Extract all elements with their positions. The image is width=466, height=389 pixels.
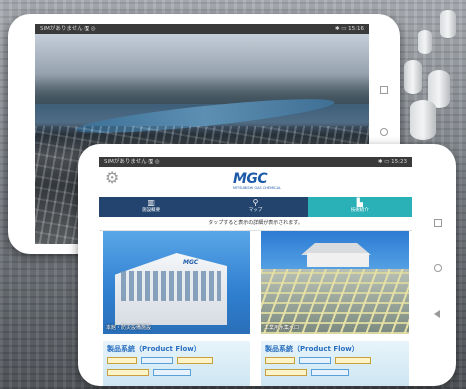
flow-chip — [311, 369, 349, 376]
storage-tank — [418, 30, 432, 54]
card-caption: 本館・防災設備施設 — [106, 325, 152, 331]
flow-chip — [141, 357, 173, 364]
storage-tank — [410, 100, 436, 140]
building-logo: MGC — [183, 259, 199, 266]
card-title: 製品系統（Product Flow） — [265, 345, 359, 353]
status-left: SIMがありません 🖫 ◎ — [40, 26, 96, 32]
tab-technology[interactable]: ▙ 技術紹介 — [307, 197, 412, 217]
nav-tabs: ▥ 施設概要 ⚲ マップ ▙ 技術紹介 — [99, 197, 412, 217]
recent-apps-button[interactable] — [434, 219, 442, 227]
tab-label: 技術紹介 — [350, 208, 369, 213]
notice-text: タップすると表示の詳細が表示されます。 — [99, 217, 412, 231]
status-bar: SIMがありません 🖫 ◎ ✱ ▭ 15:16 — [35, 24, 369, 34]
brand-logo-subtitle: MITSUBISHI GAS CHEMICAL — [233, 186, 281, 190]
storage-tank — [404, 60, 422, 94]
flow-chip — [107, 369, 149, 376]
flow-chip — [107, 357, 137, 364]
card-grid: MGC 本館・防災設備施設 工業用水集水口 製品系統（Product Flow）… — [103, 231, 409, 386]
flow-chip — [265, 357, 295, 364]
card-product-flow[interactable]: 製品系統（Product Flow） — [261, 341, 409, 386]
status-left: SIMがありません 🖫 ◎ — [104, 159, 160, 165]
building-windows — [121, 271, 221, 301]
tablet-front: SIMがありません 🖫 ◎ ✱ ▭ 15:23 ⚙ MGC MITSUBISHI… — [78, 144, 456, 386]
flow-chip — [335, 357, 371, 364]
tablet-front-screen: SIMがありません 🖫 ◎ ✱ ▭ 15:23 ⚙ MGC MITSUBISHI… — [99, 157, 412, 386]
flow-chip — [177, 357, 213, 364]
card-caption: 工業用水集水口 — [264, 325, 300, 331]
status-right: ✱ ▭ 15:23 — [377, 159, 407, 165]
tab-label: マップ — [248, 208, 263, 213]
building-icon: ▥ — [147, 198, 155, 207]
brand-logo: MGC — [233, 171, 268, 187]
tab-facility-overview[interactable]: ▥ 施設概要 — [99, 197, 204, 217]
card-water-intake[interactable]: 工業用水集水口 — [261, 231, 409, 334]
status-bar: SIMがありません 🖫 ◎ ✱ ▭ 15:23 — [99, 157, 412, 167]
card-main-building[interactable]: MGC 本館・防災設備施設 — [103, 231, 250, 334]
flow-chip — [265, 369, 307, 376]
tab-label: 施設概要 — [142, 208, 161, 213]
flow-chip — [153, 369, 191, 376]
shed — [307, 253, 369, 267]
tab-map[interactable]: ⚲ マップ — [203, 197, 308, 217]
flow-chip — [299, 357, 331, 364]
factory-icon: ▙ — [356, 198, 363, 207]
gear-icon[interactable]: ⚙ — [105, 170, 121, 186]
map-pin-icon: ⚲ — [252, 198, 259, 207]
card-title: 製品系統（Product Flow） — [107, 345, 201, 353]
home-button[interactable] — [434, 264, 442, 272]
app-header: ⚙ MGC MITSUBISHI GAS CHEMICAL — [99, 167, 412, 197]
status-right: ✱ ▭ 15:16 — [334, 26, 364, 32]
home-button[interactable] — [380, 128, 388, 136]
recent-apps-button[interactable] — [380, 86, 388, 94]
storage-tank — [440, 10, 456, 38]
card-product-flow[interactable]: 製品系統（Product Flow） — [103, 341, 250, 386]
back-button[interactable] — [434, 310, 440, 318]
